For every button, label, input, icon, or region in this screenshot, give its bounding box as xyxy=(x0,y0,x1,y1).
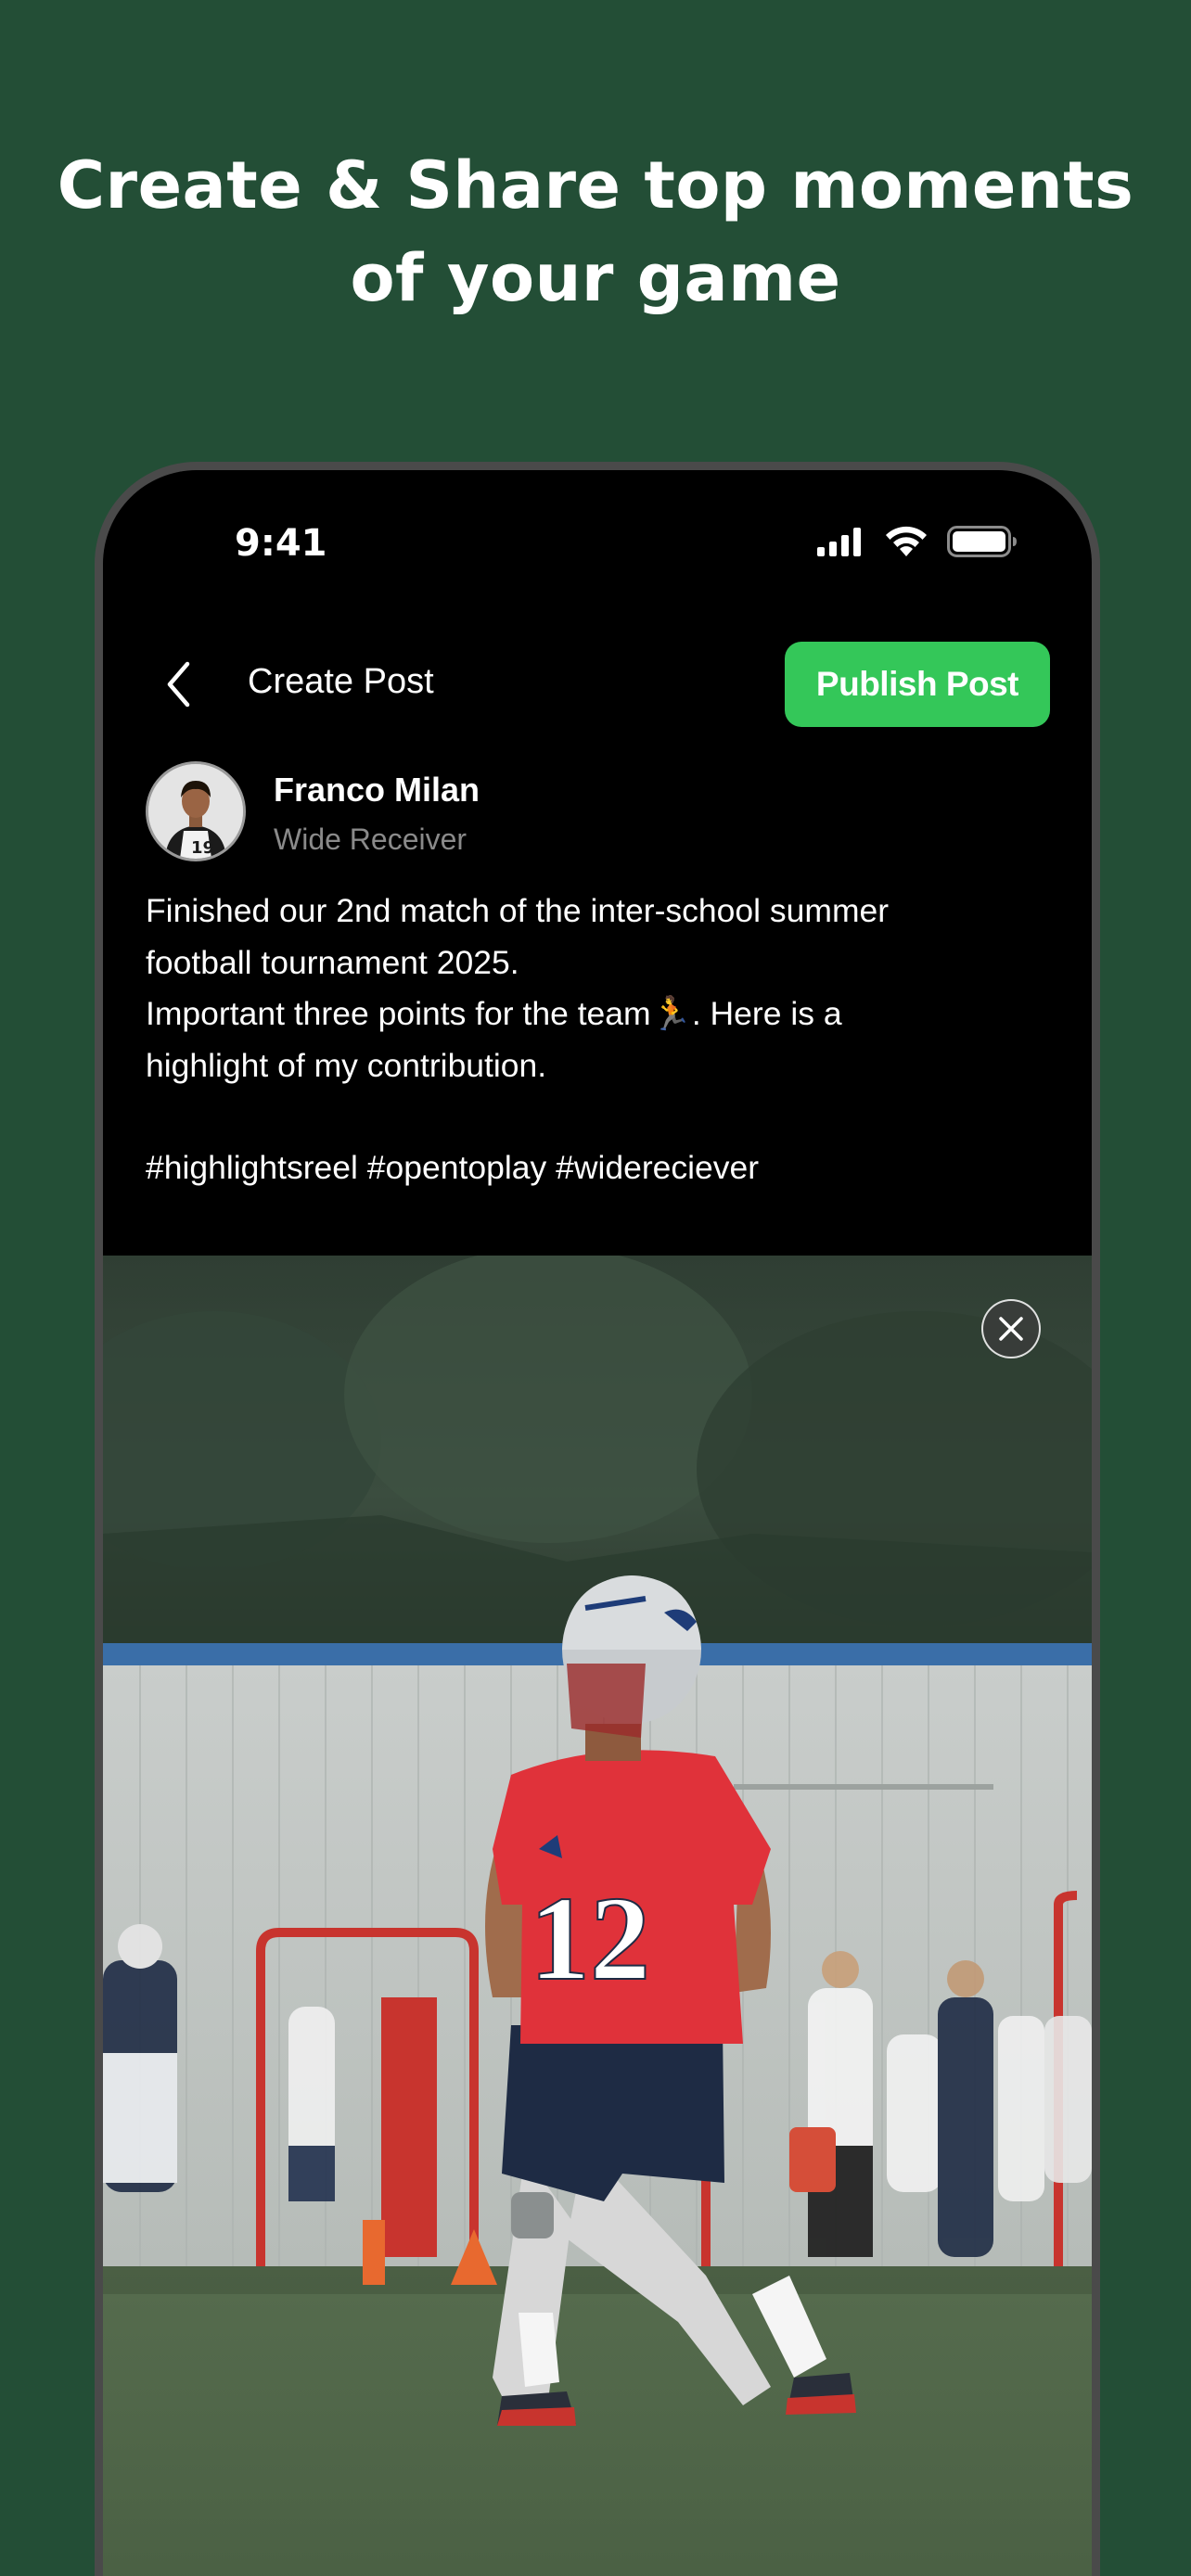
author-role: Wide Receiver xyxy=(274,823,467,856)
avatar[interactable]: 19 xyxy=(146,761,246,861)
headline: Create & Share top moments of your game xyxy=(0,139,1191,325)
post-line: Finished our 2nd match of the inter-scho… xyxy=(146,892,890,929)
cellular-signal-icon xyxy=(817,528,861,556)
post-text[interactable]: Finished our 2nd match of the inter-scho… xyxy=(146,886,1064,1194)
chevron-left-icon xyxy=(167,661,190,708)
jersey-number: 12 xyxy=(530,1872,650,2006)
battery-icon xyxy=(947,526,1017,557)
post-media: 12 xyxy=(103,1256,1092,2576)
svg-text:19: 19 xyxy=(191,838,214,858)
page-title: Create Post xyxy=(248,662,434,701)
post-line: football tournament 2025. xyxy=(146,943,519,981)
remove-media-button[interactable] xyxy=(981,1299,1041,1358)
publish-post-button[interactable]: Publish Post xyxy=(784,642,1050,727)
headline-line-2: of your game xyxy=(350,240,841,316)
headline-line-1: Create & Share top moments xyxy=(57,147,1134,223)
phone-frame: 9:41 Create Post Publish Post 19 Franco … xyxy=(95,462,1100,2576)
back-button[interactable] xyxy=(151,657,207,712)
football-practice-photo: 12 xyxy=(103,1256,1092,2576)
phone-screen: 9:41 Create Post Publish Post 19 Franco … xyxy=(103,470,1092,2576)
status-icons xyxy=(817,526,1018,557)
close-icon xyxy=(999,1317,1023,1341)
status-time: 9:41 xyxy=(235,522,327,565)
wifi-icon xyxy=(886,526,927,556)
post-hashtags: #highlightsreel #opentoplay #widerecieve… xyxy=(146,1149,760,1186)
app-store-screenshot: Create & Share top moments of your game … xyxy=(0,0,1191,2576)
author-name: Franco Milan xyxy=(274,771,480,809)
post-line: highlight of my contribution. xyxy=(146,1046,547,1084)
post-line: Important three points for the team🏃. He… xyxy=(146,995,842,1032)
status-bar: 9:41 xyxy=(103,470,1092,581)
avatar-image: 19 xyxy=(148,764,243,859)
nav-bar: Create Post Publish Post xyxy=(103,642,1092,727)
